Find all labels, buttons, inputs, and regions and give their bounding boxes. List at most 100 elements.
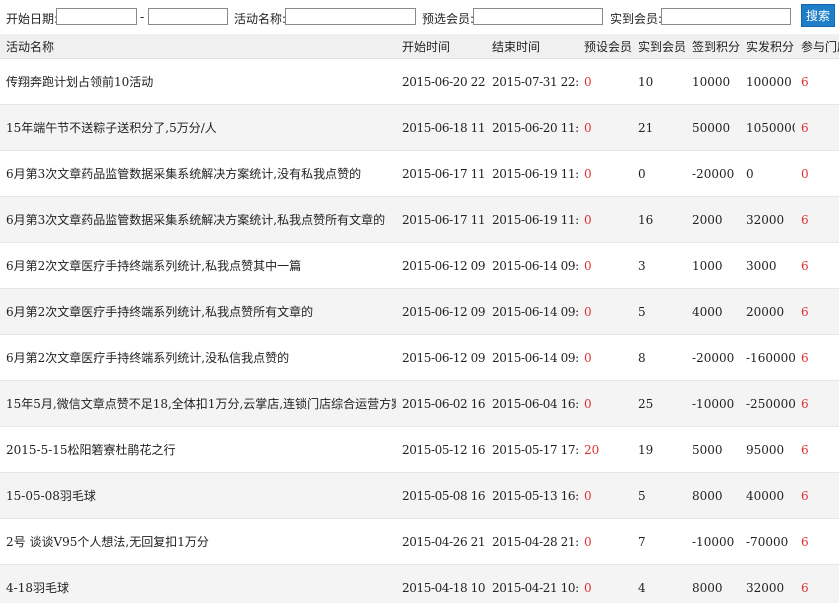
issued-points-cell: 100000	[740, 58, 795, 105]
table-row[interactable]: 4-18羽毛球2015-04-18 10:072015-04-21 10:070…	[0, 564, 839, 603]
end-time-cell: 2015-06-19 11:23	[486, 196, 578, 243]
activity-name-cell[interactable]: 4-18羽毛球	[0, 564, 396, 603]
end-time-cell: 2015-06-04 16:29	[486, 380, 578, 427]
issued-points-cell: -70000	[740, 518, 795, 565]
preset-members-cell: 0	[578, 58, 632, 105]
activity-table: 活动名称 开始时间 结束时间 预设会员 实到会员 签到积分 实发积分 参与门店 …	[0, 34, 839, 603]
end-time-cell: 2015-05-17 17:33	[486, 426, 578, 473]
column-header-participating-stores[interactable]: 参与门店	[795, 34, 839, 59]
start-time-cell: 2015-06-18 11:42	[396, 104, 486, 151]
preset-members-cell: 0	[578, 150, 632, 197]
participating-stores-cell: 6	[795, 288, 839, 335]
preset-members-cell: 0	[578, 380, 632, 427]
table-row[interactable]: 6月第2次文章医疗手持终端系列统计,私我点赞其中一篇2015-06-12 09:…	[0, 242, 839, 289]
end-time-cell: 2015-05-13 16:55	[486, 472, 578, 519]
issued-points-cell: 3000	[740, 242, 795, 289]
filter-bar: 开始日期: - 活动名称: 预选会员: 实到会员: 搜索	[0, 0, 839, 34]
table-row[interactable]: 6月第2次文章医疗手持终端系列统计,没私信我点赞的2015-06-12 09:2…	[0, 334, 839, 381]
preset-members-cell: 0	[578, 564, 632, 603]
end-time-cell: 2015-06-20 11:42	[486, 104, 578, 151]
activity-name-cell[interactable]: 6月第3次文章药品监管数据采集系统解决方案统计,没有私我点赞的	[0, 150, 396, 197]
start-date-input[interactable]	[56, 8, 137, 25]
table-row[interactable]: 2号 谈谈V95个人想法,无回复扣1万分2015-04-26 21:182015…	[0, 518, 839, 565]
start-time-cell: 2015-05-12 16:07	[396, 426, 486, 473]
column-header-checkin-points[interactable]: 签到积分	[686, 34, 740, 59]
table-row[interactable]: 15年端午节不送粽子送积分了,5万分/人2015-06-18 11:422015…	[0, 104, 839, 151]
participating-stores-cell: 6	[795, 242, 839, 289]
table-row[interactable]: 6月第3次文章药品监管数据采集系统解决方案统计,没有私我点赞的 2015-06-1…	[0, 150, 839, 197]
table-row[interactable]: 6月第3次文章药品监管数据采集系统解决方案统计,私我点赞所有文章的 2015-06…	[0, 196, 839, 243]
participating-stores-cell: 6	[795, 426, 839, 473]
participating-stores-cell: 6	[795, 380, 839, 427]
end-time-cell: 2015-06-14 09:29	[486, 288, 578, 335]
activity-name-label: 活动名称:	[234, 12, 287, 26]
actual-members-cell: 3	[632, 242, 686, 289]
activity-name-cell[interactable]: 传翔奔跑计划占领前10活动	[0, 58, 396, 105]
activity-name-cell[interactable]: 6月第3次文章药品监管数据采集系统解决方案统计,私我点赞所有文章的	[0, 196, 396, 243]
column-header-preset-members[interactable]: 预设会员	[578, 34, 632, 59]
column-header-end-time[interactable]: 结束时间	[486, 34, 578, 59]
participating-stores-cell: 6	[795, 472, 839, 519]
column-header-activity-name[interactable]: 活动名称	[0, 34, 396, 59]
activity-name-cell[interactable]: 2015-5-15松阳箬寮杜鹃花之行	[0, 426, 396, 473]
table-row[interactable]: 15年5月,微信文章点赞不足18,全体扣1万分,云掌店,连锁门店综合运营方案 20…	[0, 380, 839, 427]
actual-member-input[interactable]	[661, 8, 791, 25]
end-time-cell: 2015-04-21 10:07	[486, 564, 578, 603]
issued-points-cell: 1050000	[740, 104, 795, 151]
activity-name-cell[interactable]: 6月第2次文章医疗手持终端系列统计,私我点赞其中一篇	[0, 242, 396, 289]
checkin-points-cell: 10000	[686, 58, 740, 105]
preset-member-input[interactable]	[473, 8, 603, 25]
checkin-points-cell: -10000	[686, 518, 740, 565]
checkin-points-cell: 50000	[686, 104, 740, 151]
column-header-start-time[interactable]: 开始时间	[396, 34, 486, 59]
preset-member-label: 预选会员:	[422, 12, 475, 26]
start-time-cell: 2015-06-12 09:27	[396, 334, 486, 381]
activity-name-cell[interactable]: 15年端午节不送粽子送积分了,5万分/人	[0, 104, 396, 151]
actual-members-cell: 8	[632, 334, 686, 381]
activity-name-cell[interactable]: 6月第2次文章医疗手持终端系列统计,没私信我点赞的	[0, 334, 396, 381]
checkin-points-cell: 2000	[686, 196, 740, 243]
activity-name-cell[interactable]: 2号 谈谈V95个人想法,无回复扣1万分	[0, 518, 396, 565]
participating-stores-cell: 6	[795, 58, 839, 105]
preset-members-cell: 0	[578, 518, 632, 565]
participating-stores-cell: 6	[795, 104, 839, 151]
activity-name-cell[interactable]: 15-05-08羽毛球	[0, 472, 396, 519]
actual-members-cell: 4	[632, 564, 686, 603]
preset-members-cell: 0	[578, 242, 632, 289]
checkin-points-cell: 5000	[686, 426, 740, 473]
table-row[interactable]: 6月第2次文章医疗手持终端系列统计,私我点赞所有文章的 2015-06-12 09…	[0, 288, 839, 335]
preset-members-cell: 0	[578, 472, 632, 519]
issued-points-cell: 32000	[740, 564, 795, 603]
participating-stores-cell: 6	[795, 334, 839, 381]
issued-points-cell: -160000	[740, 334, 795, 381]
table-row[interactable]: 2015-5-15松阳箬寮杜鹃花之行2015-05-12 16:072015-0…	[0, 426, 839, 473]
start-time-cell: 2015-06-12 09:29	[396, 288, 486, 335]
issued-points-cell: 20000	[740, 288, 795, 335]
participating-stores-cell: 6	[795, 518, 839, 565]
column-header-actual-members[interactable]: 实到会员	[632, 34, 686, 59]
actual-members-cell: 0	[632, 150, 686, 197]
activity-name-input[interactable]	[285, 8, 416, 25]
actual-members-cell: 25	[632, 380, 686, 427]
end-time-cell: 2015-06-14 09:29	[486, 242, 578, 289]
search-button[interactable]: 搜索	[801, 4, 835, 27]
checkin-points-cell: 1000	[686, 242, 740, 289]
start-time-cell: 2015-06-17 11:23	[396, 196, 486, 243]
preset-members-cell: 20	[578, 426, 632, 473]
end-date-input[interactable]	[148, 8, 228, 25]
table-row[interactable]: 15-05-08羽毛球2015-05-08 16:552015-05-13 16…	[0, 472, 839, 519]
start-time-cell: 2015-06-02 16:29	[396, 380, 486, 427]
issued-points-cell: -250000	[740, 380, 795, 427]
end-time-cell: 2015-07-31 22:21	[486, 58, 578, 105]
issued-points-cell: 95000	[740, 426, 795, 473]
table-row[interactable]: 传翔奔跑计划占领前10活动2015-06-20 22:212015-07-31 …	[0, 58, 839, 105]
activity-name-cell[interactable]: 6月第2次文章医疗手持终端系列统计,私我点赞所有文章的	[0, 288, 396, 335]
column-header-issued-points[interactable]: 实发积分	[740, 34, 795, 59]
actual-members-cell: 10	[632, 58, 686, 105]
actual-members-cell: 21	[632, 104, 686, 151]
start-time-cell: 2015-05-08 16:55	[396, 472, 486, 519]
activity-name-cell[interactable]: 15年5月,微信文章点赞不足18,全体扣1万分,云掌店,连锁门店综合运营方案	[0, 380, 396, 427]
actual-members-cell: 19	[632, 426, 686, 473]
preset-members-cell: 0	[578, 334, 632, 381]
actual-members-cell: 7	[632, 518, 686, 565]
